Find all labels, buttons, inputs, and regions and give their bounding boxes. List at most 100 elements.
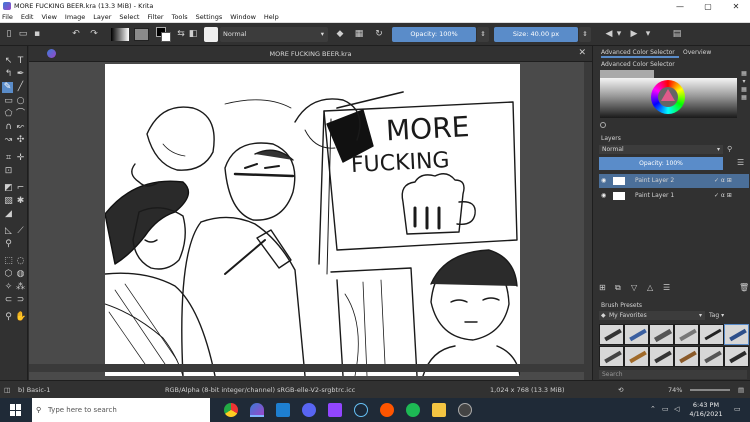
vertical-scrollbar[interactable] xyxy=(584,62,592,380)
freehand-select-icon[interactable]: ◍ xyxy=(15,269,26,280)
text-tool-icon[interactable]: T xyxy=(15,56,26,67)
transform-tool-icon[interactable]: ⊡ xyxy=(3,166,14,177)
add-layer-icon[interactable]: ⊞ xyxy=(599,282,606,294)
fill-tool-icon[interactable]: ◢ xyxy=(3,209,14,220)
colorize-mask-icon[interactable]: ▧ xyxy=(3,196,14,207)
steam-icon[interactable] xyxy=(354,403,368,417)
discord-icon[interactable] xyxy=(302,403,316,417)
color-wheel-area[interactable] xyxy=(600,78,737,118)
minimize-button[interactable]: — xyxy=(666,2,694,11)
brush-preset-tile[interactable] xyxy=(724,346,749,367)
tab-advanced-color-selector[interactable]: Advanced Color Selector xyxy=(601,47,679,58)
freehand-brush-icon[interactable]: ✎ xyxy=(2,82,13,93)
swap-colors-icon[interactable]: ⇆ xyxy=(176,29,186,39)
document-tab[interactable]: MORE FUCKING BEER.kra ✕ xyxy=(29,46,592,62)
drawing-canvas[interactable]: MORE FUCKING xyxy=(105,64,520,376)
multibrush-icon[interactable]: ✣ xyxy=(15,135,26,146)
pattern-selector[interactable] xyxy=(134,28,149,41)
close-document-icon[interactable]: ✕ xyxy=(578,48,586,58)
blend-mode-select[interactable]: Normal ▾ xyxy=(220,27,328,42)
brush-preset-icon[interactable] xyxy=(204,27,218,42)
layer-row[interactable]: ◉ Paint Layer 1 ✓ α ⊞ xyxy=(599,189,749,203)
assistant-tool-icon[interactable]: ◺ xyxy=(3,226,14,237)
freehand-path-icon[interactable]: ↜ xyxy=(15,122,26,133)
brush-preset-tile[interactable] xyxy=(649,324,674,345)
mail-icon[interactable] xyxy=(276,403,290,417)
color-settings-icon[interactable] xyxy=(600,122,606,128)
workspace-icon[interactable]: ▤ xyxy=(672,29,682,39)
save-icon[interactable]: ▪ xyxy=(32,29,42,39)
layer-filter-icon[interactable]: ⚲ xyxy=(727,145,736,154)
gradient-selector[interactable] xyxy=(111,28,129,41)
size-stepper[interactable]: ⇕ xyxy=(579,27,591,42)
menu-layer[interactable]: Layer xyxy=(93,13,111,21)
smart-patch-icon[interactable]: ✱ xyxy=(15,196,26,207)
menu-image[interactable]: Image xyxy=(65,13,85,21)
zoom-tool-icon[interactable]: ⚲ xyxy=(3,312,14,323)
mirror-horizontal-icon[interactable]: ◀ xyxy=(604,29,614,39)
maximize-button[interactable]: ▢ xyxy=(694,2,722,11)
menu-view[interactable]: View xyxy=(41,13,56,21)
brush-preset-tile-selected[interactable] xyxy=(724,324,749,345)
edit-shapes-icon[interactable]: ↰ xyxy=(3,69,14,80)
bezier-tool-icon[interactable]: ∩ xyxy=(3,122,14,133)
windows-start-icon[interactable] xyxy=(10,404,22,416)
rect-select-icon[interactable]: ⬚ xyxy=(3,256,14,267)
menu-file[interactable]: File xyxy=(2,13,13,21)
pan-tool-icon[interactable]: ✋ xyxy=(15,312,26,323)
undo-icon[interactable]: ↶ xyxy=(71,29,81,39)
color-picker-icon[interactable]: ⌐ xyxy=(15,183,26,194)
layer-options-icon[interactable]: ☰ xyxy=(737,158,747,168)
reference-tool-icon[interactable]: ⚲ xyxy=(3,239,14,250)
brush-tag-button[interactable]: Tag ▾ xyxy=(709,311,743,320)
layer-blend-mode-select[interactable]: Normal ▾ xyxy=(599,145,723,154)
tray-chevron-icon[interactable]: ⌃ xyxy=(650,405,656,413)
dynamic-brush-icon[interactable]: ↝ xyxy=(3,135,14,146)
reload-preset-icon[interactable]: ↻ xyxy=(374,29,384,39)
status-menu-icon[interactable]: ▤ xyxy=(738,386,744,394)
menu-edit[interactable]: Edit xyxy=(21,13,34,21)
preserve-alpha-icon[interactable]: ▦ xyxy=(354,29,364,39)
magnetic-select-icon[interactable]: ⊃ xyxy=(15,295,26,306)
brush-preset-tile[interactable] xyxy=(699,346,724,367)
eraser-mode-icon[interactable]: ◆ xyxy=(335,29,345,39)
close-window-button[interactable]: ✕ xyxy=(722,2,750,11)
menu-window[interactable]: Window xyxy=(230,13,256,21)
duplicate-layer-icon[interactable]: ⧉ xyxy=(615,282,621,294)
rotate-canvas-icon[interactable]: ⟲ xyxy=(618,386,623,394)
spotify-icon[interactable] xyxy=(406,403,420,417)
taskbar-search-box[interactable]: ⚲ Type here to search xyxy=(32,398,210,422)
layer-opacity-slider[interactable]: Opacity: 100% xyxy=(599,157,723,170)
new-document-icon[interactable]: ▯ xyxy=(4,29,14,39)
notifications-icon[interactable]: ▭ xyxy=(734,405,741,413)
hue-ring[interactable] xyxy=(651,80,685,114)
obs-icon[interactable] xyxy=(458,403,472,417)
redo-icon[interactable]: ↷ xyxy=(89,29,99,39)
brush-preset-tile[interactable] xyxy=(699,324,724,345)
brush-preset-tile[interactable] xyxy=(624,346,649,367)
move-layer-down-icon[interactable]: ▽ xyxy=(631,282,637,294)
move-tool-icon[interactable]: ✛ xyxy=(15,153,26,164)
krita-taskbar-icon[interactable] xyxy=(250,403,264,417)
horizontal-scrollbar[interactable] xyxy=(29,364,592,372)
brush-tag-select[interactable]: ◆ My Favorites ▾ xyxy=(599,311,705,320)
menu-help[interactable]: Help xyxy=(264,13,279,21)
layer-lock-icon[interactable]: ✓ α ⊞ xyxy=(714,174,732,188)
open-document-icon[interactable]: ▭ xyxy=(18,29,28,39)
menu-filter[interactable]: Filter xyxy=(147,13,163,21)
contiguous-select-icon[interactable]: ✧ xyxy=(3,282,14,293)
recent-colors-strip[interactable] xyxy=(600,70,654,78)
taskbar-clock[interactable]: 6:43 PM 4/16/2021 xyxy=(688,401,724,419)
gradient-tool-icon[interactable]: ◩ xyxy=(3,183,14,194)
layer-row[interactable]: ◉ Paint Layer 2 ✓ α ⊞ xyxy=(599,174,749,188)
measure-tool-icon[interactable]: ⟋ xyxy=(15,226,26,237)
polygon-select-icon[interactable]: ⬡ xyxy=(3,269,14,280)
brush-preset-tile[interactable] xyxy=(674,324,699,345)
bezier-select-icon[interactable]: ⊂ xyxy=(3,295,14,306)
twitch-icon[interactable] xyxy=(328,403,342,417)
visibility-eye-icon[interactable]: ◉ xyxy=(601,174,606,188)
soundcloud-icon[interactable] xyxy=(380,403,394,417)
polyline-tool-icon[interactable]: ⌒ xyxy=(15,109,26,120)
polygon-tool-icon[interactable]: ⬠ xyxy=(3,109,14,120)
color-swatch[interactable] xyxy=(156,27,172,42)
